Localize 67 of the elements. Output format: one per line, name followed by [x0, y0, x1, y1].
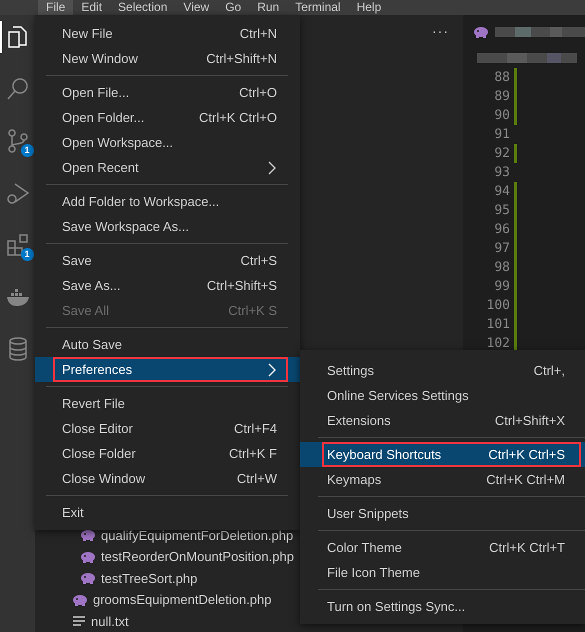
menu-item[interactable]: Revert File	[35, 391, 300, 416]
menu-item[interactable]: Open Recent	[35, 155, 300, 180]
menu-item[interactable]: New Window Ctrl+Shift+N	[35, 46, 300, 71]
file-tree-item[interactable]: qualifyEquipmentForDeletion.php	[80, 524, 294, 546]
menu-item[interactable]: Settings Ctrl+,	[300, 358, 585, 383]
menu-item[interactable]: Open Folder... Ctrl+K Ctrl+O	[35, 105, 300, 130]
line-number: 94	[493, 182, 510, 201]
line-number: 92	[493, 144, 510, 163]
menubar-item[interactable]: View	[175, 0, 218, 15]
file-tree-item[interactable]: testReorderOnMountPosition.php	[80, 546, 294, 568]
menu-item[interactable]: Open File... Ctrl+O	[35, 80, 300, 105]
count-badge: 1	[20, 144, 34, 157]
activity-bar-item[interactable]: 1	[2, 125, 34, 157]
line-number: 100	[486, 296, 510, 315]
line-number: 91	[493, 126, 510, 144]
activity-bar-item[interactable]: 1	[2, 229, 34, 261]
menu-item[interactable]: Close Window Ctrl+W	[35, 466, 300, 491]
menu-item[interactable]: Save Workspace As...	[35, 214, 300, 239]
line-number: 95	[493, 202, 510, 220]
editor-tab[interactable]	[463, 15, 585, 48]
menubar-item[interactable]: Help	[348, 0, 390, 15]
menu-item[interactable]: User Snippets	[300, 501, 585, 526]
menu-item[interactable]: Color Theme Ctrl+K Ctrl+T	[300, 535, 585, 560]
menu-item[interactable]: Keymaps Ctrl+K Ctrl+M	[300, 467, 585, 492]
text-lines-icon	[72, 615, 86, 628]
menu-item[interactable]: Exit	[35, 500, 300, 525]
line-number: 93	[493, 164, 510, 182]
line-number: 102	[486, 334, 510, 353]
menu-item[interactable]: Open Workspace...	[35, 130, 300, 155]
line-number: 89	[493, 88, 510, 106]
menu-item[interactable]: Save As... Ctrl+Shift+S	[35, 273, 300, 298]
line-number: 98	[493, 258, 510, 277]
elephant-icon	[80, 550, 96, 563]
menu-item[interactable]: Add Folder to Workspace...	[35, 189, 300, 214]
menu-item[interactable]: Turn on Settings Sync...	[300, 594, 585, 619]
line-number: 96	[493, 220, 510, 239]
menubar-item[interactable]: Go	[217, 0, 250, 15]
menubar-item[interactable]: Selection	[110, 0, 176, 15]
menu-item[interactable]: Keyboard Shortcuts Ctrl+K Ctrl+S	[300, 442, 585, 467]
line-number: 97	[493, 240, 510, 258]
file-tree-item[interactable]: groomsEquipmentDeletion.php	[72, 589, 272, 610]
menu-item[interactable]: File Icon Theme	[300, 560, 585, 585]
menu-item[interactable]: Preferences	[35, 357, 300, 382]
menubar-item[interactable]: Run	[249, 0, 288, 15]
menu-item[interactable]: Auto Save	[35, 332, 300, 357]
menubar-item[interactable]: Terminal	[287, 0, 349, 15]
elephant-icon	[473, 26, 489, 38]
menubar-item[interactable]: Edit	[73, 0, 110, 15]
menu-item[interactable]: Save Ctrl+S	[35, 248, 300, 273]
elephant-icon	[72, 594, 88, 606]
extensions-icon	[4, 232, 30, 258]
menu-item[interactable]: Extensions Ctrl+Shift+X	[300, 408, 585, 433]
line-number: 99	[493, 278, 510, 296]
file-tree-item[interactable]: testTreeSort.php	[80, 568, 198, 589]
menu-item[interactable]: Close Editor Ctrl+F4	[35, 416, 300, 441]
line-number: 90	[493, 106, 510, 125]
file-tree-item[interactable]: null.txt	[72, 610, 129, 632]
more-actions-button[interactable]: ···	[432, 21, 449, 42]
line-number: 88	[493, 68, 510, 87]
menu-item[interactable]: Online Services Settings	[300, 383, 585, 408]
menubar-item[interactable]: File	[38, 0, 74, 15]
menu-item[interactable]: Close Folder Ctrl+K F	[35, 441, 300, 466]
count-badge: 1	[20, 248, 34, 261]
line-number: 101	[486, 316, 510, 334]
elephant-icon	[80, 572, 96, 584]
search-icon	[4, 76, 30, 102]
menu-item[interactable]: New File Ctrl+N	[35, 21, 300, 46]
